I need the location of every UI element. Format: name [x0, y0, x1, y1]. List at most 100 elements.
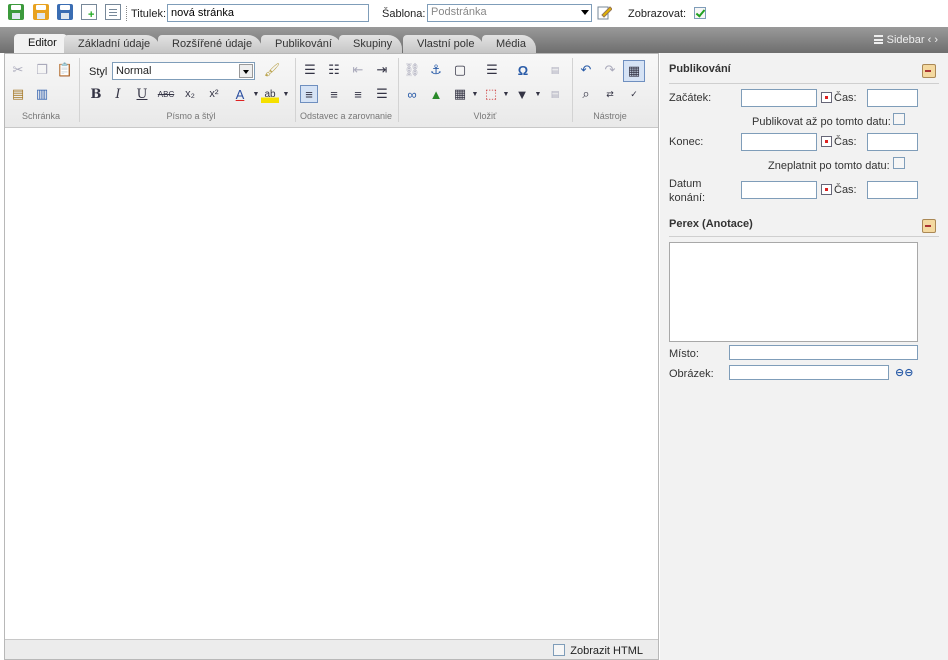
chevron-down-icon[interactable]: ▼: [529, 85, 547, 103]
align-right-icon[interactable]: ≡: [349, 85, 367, 103]
end-date-input[interactable]: [741, 133, 817, 151]
chevron-down-icon[interactable]: ▼: [277, 85, 295, 103]
place-input[interactable]: [729, 345, 918, 360]
editor-content-area[interactable]: [5, 129, 658, 640]
numbered-list-icon[interactable]: ☰: [301, 61, 319, 79]
cut-icon[interactable]: ✂: [9, 61, 27, 79]
sidebar-toggle-label: Sidebar ‹ ›: [886, 34, 938, 46]
calendar-icon[interactable]: [821, 92, 832, 103]
tab-media[interactable]: Média: [482, 35, 536, 53]
divider: [669, 83, 939, 84]
collapse-icon[interactable]: [922, 64, 936, 78]
indent-icon[interactable]: ⇥: [373, 61, 391, 79]
replace-icon[interactable]: ⇄: [601, 85, 619, 103]
special-char-icon[interactable]: Ω: [514, 61, 532, 79]
redo-icon[interactable]: ↷: [601, 61, 619, 79]
undo-icon[interactable]: ↶: [577, 61, 595, 79]
group-label-clipboard: Schránka: [21, 111, 61, 121]
collapse-icon[interactable]: [922, 219, 936, 233]
show-html-label: Zobrazit HTML: [570, 645, 643, 657]
image-input[interactable]: [729, 365, 889, 380]
document-icon[interactable]: [105, 4, 121, 20]
event-date-label: Datum: [669, 178, 702, 190]
copy-icon[interactable]: ❐: [33, 61, 51, 79]
image-icon[interactable]: ▲: [427, 85, 445, 103]
separator: [398, 58, 399, 122]
publish-after-checkbox[interactable]: [893, 113, 905, 125]
editor-panel: ✂ ❐ 📋 ▤ ▥ Schránka Styl Normal 🖌 B I U A…: [4, 53, 659, 660]
style-select-value: Normal: [116, 65, 152, 77]
save-icon[interactable]: [8, 4, 24, 20]
paste-icon[interactable]: 📋: [56, 61, 74, 79]
unlink-icon[interactable]: ⛓: [403, 61, 421, 79]
invalidate-after-checkbox[interactable]: [893, 157, 905, 169]
event-time-input[interactable]: [867, 181, 918, 199]
event-time-label: Čas:: [834, 184, 857, 196]
calendar-icon[interactable]: [821, 184, 832, 195]
end-time-input[interactable]: [867, 133, 918, 151]
clear-format-icon[interactable]: 🖌: [263, 61, 281, 79]
show-blocks-icon[interactable]: ▦: [623, 60, 645, 82]
group-label-insert: Vložiť: [473, 111, 497, 121]
italic-icon[interactable]: I: [109, 85, 127, 103]
perex-textarea[interactable]: [669, 242, 918, 342]
end-label: Konec:: [669, 136, 704, 148]
start-date-input[interactable]: [741, 89, 817, 107]
paste-word-icon[interactable]: ▥: [33, 85, 51, 103]
tab-groups[interactable]: Skupiny: [339, 35, 403, 53]
paste-text-icon[interactable]: ▤: [9, 85, 27, 103]
acronym-icon[interactable]: ▤: [546, 85, 564, 103]
start-time-input[interactable]: [867, 89, 918, 107]
iframe-icon[interactable]: ▢: [451, 61, 469, 79]
strikethrough-icon[interactable]: ABC: [157, 85, 175, 103]
style-select[interactable]: Normal: [112, 62, 255, 80]
find-icon[interactable]: ⌕: [577, 85, 595, 103]
event-date-input[interactable]: [741, 181, 817, 199]
align-left-icon[interactable]: ≡: [300, 85, 318, 103]
separator: [572, 58, 573, 122]
tab-publishing[interactable]: Publikování: [261, 35, 342, 53]
show-html-checkbox[interactable]: [553, 644, 565, 656]
edit-template-icon[interactable]: [596, 4, 613, 20]
style-label: Styl: [89, 66, 108, 78]
align-justify-icon[interactable]: ☰: [373, 85, 391, 103]
editor-footer: Zobrazit HTML: [5, 639, 658, 659]
sidebar-toggle[interactable]: Sidebar ‹ ›: [873, 34, 938, 46]
template-select-value: Podstránka: [431, 6, 487, 18]
save-close-icon[interactable]: [57, 4, 73, 20]
spellcheck-icon[interactable]: ✓: [625, 85, 643, 103]
chevron-down-icon: [581, 10, 589, 15]
tab-custom-fields[interactable]: Vlastní pole: [403, 35, 485, 53]
visible-checkbox[interactable]: [694, 7, 706, 19]
end-time-label: Čas:: [834, 136, 857, 148]
underline-icon[interactable]: U: [133, 85, 151, 103]
tab-basic-info[interactable]: Základní údaje: [64, 35, 161, 53]
title-label: Titulek:: [131, 8, 167, 20]
separator: [79, 58, 80, 122]
superscript-icon[interactable]: x²: [205, 85, 223, 103]
tab-editor[interactable]: Editor: [14, 34, 67, 53]
horizontal-rule-icon[interactable]: ☰: [483, 61, 501, 79]
sidebar-icon: [873, 35, 883, 44]
top-toolbar: + Titulek: Šablona: Podstránka Zobrazova…: [0, 0, 948, 27]
group-label-font-style: Písmo a štýl: [166, 111, 216, 121]
template-select[interactable]: Podstránka: [427, 4, 592, 22]
new-page-icon[interactable]: +: [81, 4, 97, 21]
invalidate-after-label: Zneplatnit po tomto datu:: [768, 160, 890, 172]
link-icon[interactable]: ∞: [403, 85, 421, 103]
bullet-list-icon[interactable]: ☷: [325, 61, 343, 79]
start-label: Začátek:: [669, 92, 712, 104]
anchor-icon[interactable]: ⚓: [427, 61, 445, 79]
abbr-icon[interactable]: ▤: [546, 61, 564, 79]
tab-extended-info[interactable]: Rozšířené údaje: [158, 35, 263, 53]
save-as-icon[interactable]: [33, 4, 49, 20]
subscript-icon[interactable]: x₂: [181, 85, 199, 103]
link-icon[interactable]: ⊖⊖: [895, 366, 913, 379]
calendar-icon[interactable]: [821, 136, 832, 147]
title-input[interactable]: [167, 4, 369, 22]
outdent-icon[interactable]: ⇤: [349, 61, 367, 79]
publishing-heading: Publikování: [669, 63, 731, 75]
align-center-icon[interactable]: ≡: [325, 85, 343, 103]
sidebar: Publikování Začátek: Čas: Publikovat až …: [660, 53, 948, 660]
bold-icon[interactable]: B: [87, 85, 105, 103]
